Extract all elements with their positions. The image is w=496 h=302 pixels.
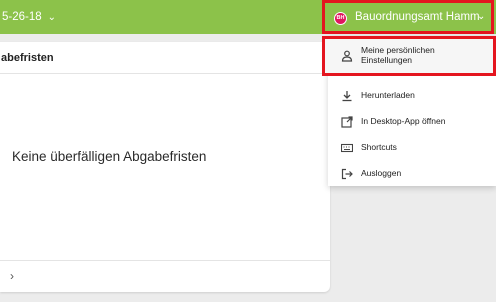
person-icon xyxy=(341,49,353,62)
avatar: BH xyxy=(334,12,347,25)
menu-item-label: Shortcuts xyxy=(361,142,397,152)
empty-state-message: Keine überfälligen Abgabefristen xyxy=(12,149,207,164)
project-selector[interactable]: 5-26-18 ⌄ xyxy=(0,0,56,34)
chevron-down-icon: ⌄ xyxy=(477,11,486,22)
keyboard-icon xyxy=(340,141,354,153)
menu-item-label: Ausloggen xyxy=(361,168,402,178)
download-icon xyxy=(341,89,353,102)
user-menu-dropdown: Meine persönlichen Einstellungen Herunte… xyxy=(322,36,496,186)
logout-icon xyxy=(341,167,353,180)
menu-item-shortcuts[interactable]: Shortcuts xyxy=(328,134,496,160)
menu-item-label: Einstellungen xyxy=(361,55,413,65)
chevron-down-icon: ⌄ xyxy=(47,12,57,23)
menu-item-download[interactable]: Herunterladen xyxy=(328,82,496,108)
card-title: abefristen xyxy=(0,42,330,74)
menu-item-label: In Desktop-App öffnen xyxy=(361,116,446,126)
menu-item-label: Meine persönlichen xyxy=(361,45,435,55)
menu-item-open-desktop-app[interactable]: In Desktop-App öffnen xyxy=(328,108,496,134)
menu-item-logout[interactable]: Ausloggen xyxy=(328,160,496,186)
user-menu-button[interactable]: BH Bauordnungsamt Hamm ⌄ xyxy=(322,0,494,34)
project-title: 5-26-18 xyxy=(2,11,42,23)
menu-item-personal-settings[interactable]: Meine persönlichen Einstellungen xyxy=(322,36,496,76)
user-name: Bauordnungsamt Hamm xyxy=(355,11,480,23)
overdue-deadlines-card: abefristen Keine überfälligen Abgabefris… xyxy=(0,42,330,292)
chevron-right-icon[interactable]: › xyxy=(10,269,14,283)
card-footer: › xyxy=(0,260,330,292)
open-external-icon xyxy=(341,115,353,128)
menu-item-label: Herunterladen xyxy=(361,90,415,100)
